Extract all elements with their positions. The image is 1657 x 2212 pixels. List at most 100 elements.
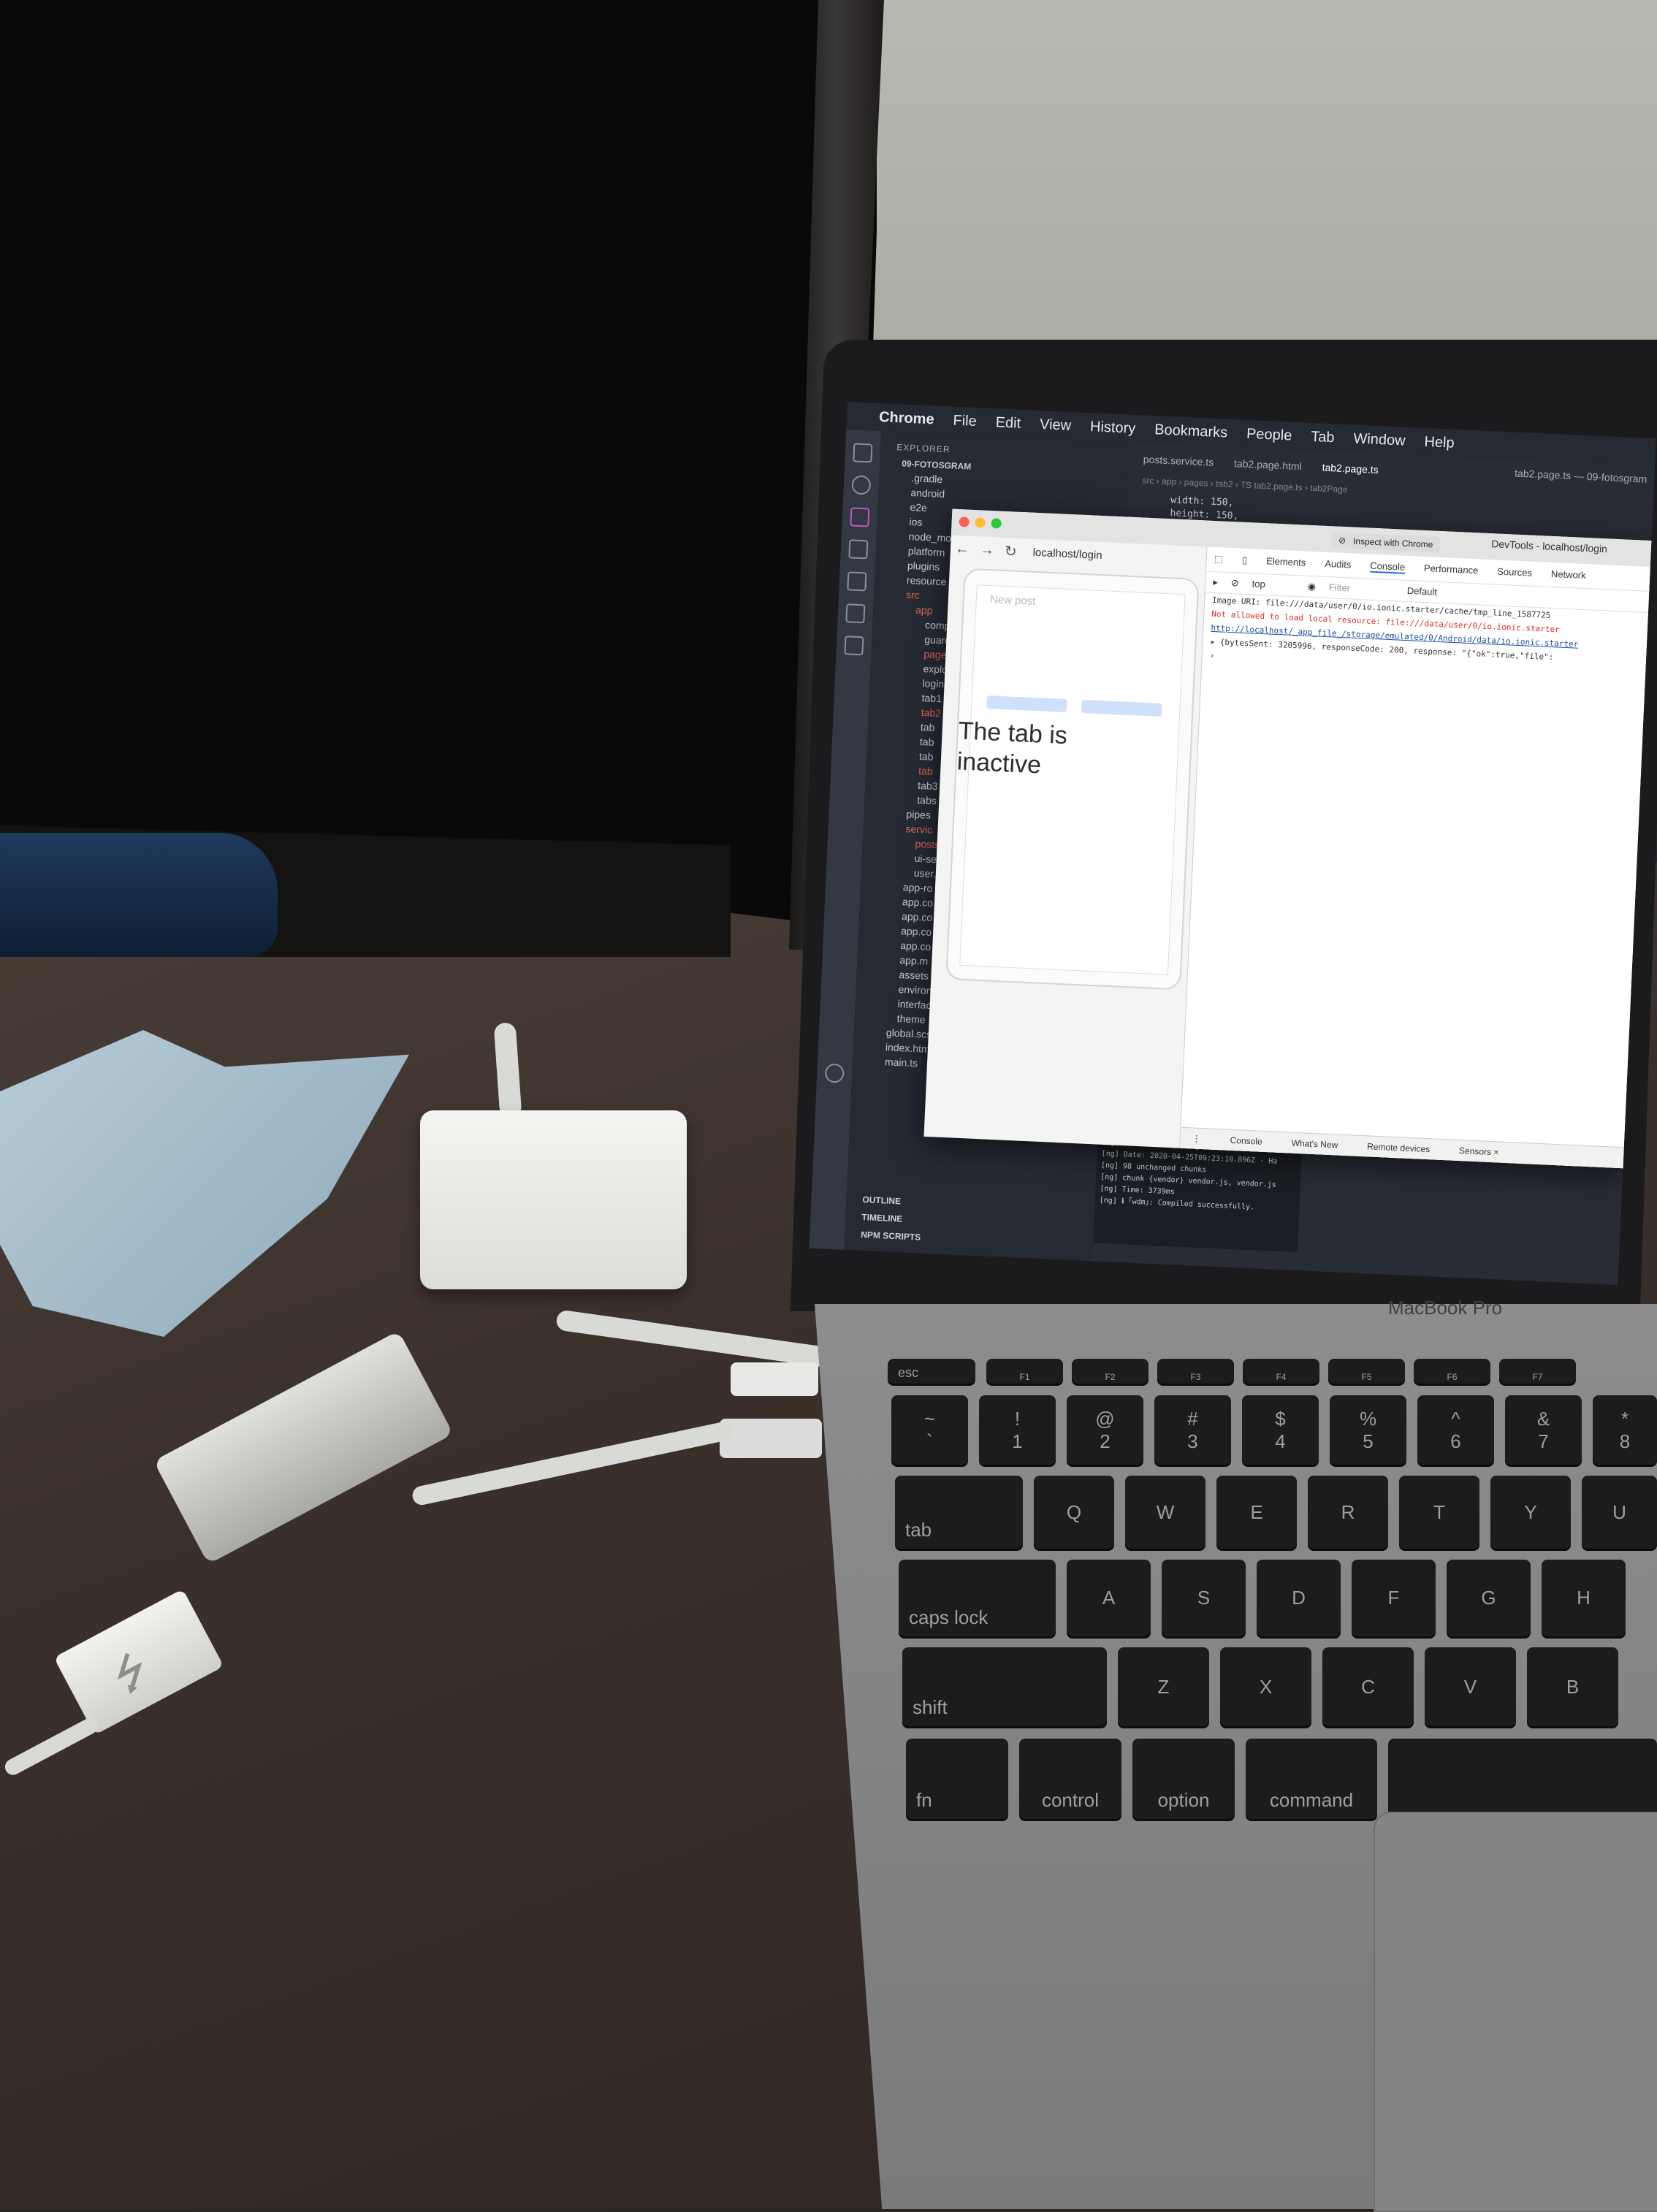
device-toggle-icon[interactable]: ▯ (1242, 554, 1248, 567)
key-g[interactable]: G (1447, 1560, 1531, 1636)
tab-elements[interactable]: Elements (1266, 555, 1306, 569)
context-select[interactable]: top (1252, 578, 1265, 590)
key-8[interactable]: * 8 (1593, 1395, 1657, 1465)
key-e[interactable]: E (1216, 1476, 1297, 1549)
log-levels-select[interactable]: Default (1406, 585, 1437, 598)
drawer-tab-console[interactable]: Console (1230, 1135, 1262, 1147)
keyboard: esc F1 F2 F3 F4 F5 F6 F7 ~ ` ! 1 @2 #3 $4 … (880, 1359, 1657, 1819)
key-t[interactable]: T (1399, 1476, 1479, 1549)
drawer-menu-icon[interactable]: ⋮ (1192, 1133, 1201, 1144)
tab-performance[interactable]: Performance (1424, 562, 1479, 577)
key-control[interactable]: control (1019, 1739, 1121, 1819)
key-a[interactable]: A (1067, 1560, 1151, 1636)
key-b[interactable]: B (1527, 1647, 1618, 1726)
inspect-with-chrome-bar[interactable]: ⊘ Inspect with Chrome (1330, 532, 1441, 553)
key-glyph: 2 (1100, 1430, 1111, 1452)
key-y[interactable]: Y (1490, 1476, 1571, 1549)
drawer-tab-whats-new[interactable]: What's New (1291, 1138, 1338, 1151)
bookmark-icon[interactable] (844, 636, 864, 656)
key-z[interactable]: Z (1118, 1647, 1209, 1726)
menu-window[interactable]: Window (1353, 430, 1406, 449)
search-icon[interactable] (851, 475, 872, 495)
editor-tab[interactable]: tab2.page.html (1234, 457, 1302, 472)
forward-icon[interactable]: → (979, 541, 995, 559)
key-v[interactable]: V (1425, 1647, 1516, 1726)
key-space[interactable] (1388, 1739, 1657, 1819)
extensions-icon[interactable] (848, 539, 869, 560)
gear-icon[interactable] (824, 1063, 845, 1083)
key-3[interactable]: #3 (1154, 1395, 1231, 1465)
gallery-button[interactable] (1081, 699, 1162, 717)
menu-bookmarks[interactable]: Bookmarks (1154, 422, 1228, 442)
editor-tab-active[interactable]: tab2.page.ts (1322, 462, 1379, 476)
key-f4[interactable]: F4 (1243, 1359, 1319, 1384)
camera-button[interactable] (986, 695, 1067, 713)
clear-console-icon[interactable]: ⊘ (1230, 577, 1240, 589)
usb-c-plug-2 (720, 1419, 822, 1458)
key-tilde[interactable]: ~ ` (891, 1395, 968, 1465)
key-5[interactable]: % 5 (1330, 1395, 1406, 1465)
drawer-tab-remote-devices[interactable]: Remote devices (1367, 1141, 1431, 1154)
tab-sources[interactable]: Sources (1497, 566, 1532, 580)
maximize-button[interactable] (991, 518, 1002, 529)
key-4[interactable]: $4 (1242, 1395, 1319, 1465)
key-d[interactable]: D (1257, 1560, 1341, 1636)
menu-history[interactable]: History (1090, 419, 1136, 438)
editor-tab[interactable]: posts.service.ts (1143, 453, 1214, 468)
key-caps-lock[interactable]: caps lock (899, 1560, 1056, 1636)
key-r[interactable]: R (1308, 1476, 1388, 1549)
reload-icon[interactable]: ↻ (1004, 541, 1017, 560)
key-q[interactable]: Q (1034, 1476, 1114, 1549)
sidebar-toggle-icon[interactable]: ▸ (1213, 576, 1218, 588)
key-fn[interactable]: fn (906, 1739, 1008, 1819)
key-f2[interactable]: F2 (1072, 1359, 1149, 1384)
key-shift-glyph: ! (1014, 1407, 1021, 1430)
key-u[interactable]: U (1582, 1476, 1657, 1549)
key-h[interactable]: H (1542, 1560, 1626, 1636)
key-command[interactable]: command (1246, 1739, 1377, 1819)
tab-audits[interactable]: Audits (1325, 558, 1352, 572)
trackpad[interactable] (1374, 1812, 1657, 2212)
minimize-button[interactable] (975, 517, 986, 528)
close-button[interactable] (959, 516, 970, 527)
key-f[interactable]: F (1352, 1560, 1436, 1636)
key-f1[interactable]: F1 (986, 1359, 1063, 1384)
tab-console[interactable]: Console (1369, 560, 1406, 574)
key-f5[interactable]: F5 (1328, 1359, 1405, 1384)
url-bar[interactable]: localhost/login (1032, 546, 1102, 561)
debug-icon[interactable] (847, 571, 867, 592)
menubar-app-name[interactable]: Chrome (879, 408, 934, 427)
key-s[interactable]: S (1162, 1560, 1246, 1636)
key-x[interactable]: X (1220, 1647, 1311, 1726)
menu-tab[interactable]: Tab (1311, 428, 1335, 446)
key-shift[interactable]: shift (902, 1647, 1107, 1726)
key-c[interactable]: C (1322, 1647, 1414, 1726)
key-2[interactable]: @2 (1067, 1395, 1143, 1465)
source-control-icon[interactable] (850, 507, 870, 527)
inspect-element-icon[interactable]: ⬚ (1214, 553, 1223, 566)
key-option[interactable]: option (1132, 1739, 1235, 1819)
key-f7[interactable]: F7 (1499, 1359, 1576, 1384)
menu-view[interactable]: View (1040, 416, 1072, 434)
key-w[interactable]: W (1125, 1476, 1205, 1549)
menu-file[interactable]: File (953, 412, 977, 430)
key-tab[interactable]: tab (895, 1476, 1023, 1549)
eye-icon[interactable]: ◉ (1307, 581, 1316, 592)
key-7[interactable]: & 7 (1505, 1395, 1582, 1465)
key-1[interactable]: ! 1 (979, 1395, 1056, 1465)
key-f3[interactable]: F3 (1157, 1359, 1234, 1384)
menu-people[interactable]: People (1246, 425, 1292, 444)
console-filter-input[interactable]: Filter (1329, 581, 1351, 594)
back-icon[interactable]: ← (955, 540, 970, 557)
close-icon[interactable]: × (1493, 1147, 1499, 1157)
drawer-tab-sensors[interactable]: Sensors × (1459, 1145, 1499, 1157)
explorer-icon[interactable] (853, 443, 873, 463)
docker-icon[interactable] (845, 603, 866, 624)
key-esc[interactable]: esc (888, 1359, 975, 1384)
menu-help[interactable]: Help (1424, 433, 1455, 451)
browser-window: ⊘ Inspect with Chrome ← → ↻ localhost/lo… (923, 508, 1652, 1169)
menu-edit[interactable]: Edit (995, 414, 1021, 432)
key-f6[interactable]: F6 (1414, 1359, 1490, 1384)
tab-network[interactable]: Network (1551, 568, 1586, 582)
key-6[interactable]: ^ 6 (1417, 1395, 1494, 1465)
